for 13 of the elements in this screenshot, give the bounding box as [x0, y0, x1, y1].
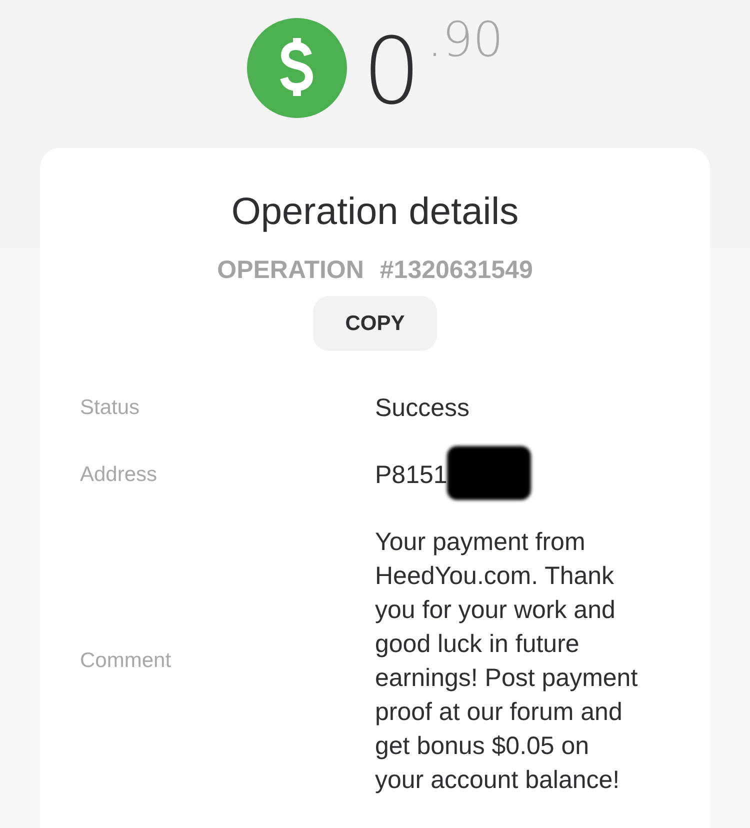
field-label: Address — [80, 462, 158, 488]
card-title: Operation details — [230, 192, 520, 232]
field-value: Success — [375, 393, 470, 424]
copy-button[interactable]: COPY — [313, 296, 437, 351]
field-label: Status — [80, 395, 140, 421]
balance-amount: 0 — [362, 22, 422, 122]
field-label: Comment — [80, 648, 172, 674]
dollar-icon — [246, 18, 347, 118]
field-value: Your payment from HeedYou.com. Thank you for your work and good luck in future earnings! Post payment proof at our forum and get bonus $0.05 on your account balance! — [375, 527, 639, 796]
operation-label: OPERATION — [217, 255, 364, 286]
balance-cents: .90 — [427, 14, 504, 66]
operation-number: #1320631549 — [380, 255, 533, 286]
field-value: P8151 — [375, 460, 448, 491]
